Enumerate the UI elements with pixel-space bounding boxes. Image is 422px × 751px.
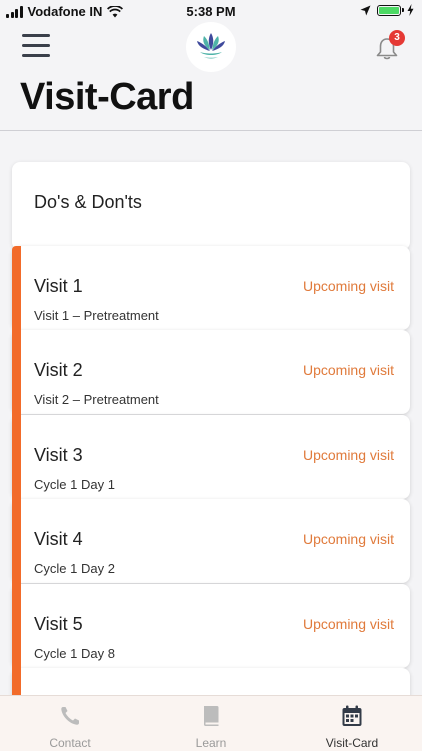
phone-icon <box>61 707 79 725</box>
visit-status: Upcoming visit <box>302 616 394 632</box>
page-title: Visit-Card <box>20 76 194 118</box>
visit-title: Visit 5 <box>34 614 83 634</box>
visit-title: Visit 1 <box>34 276 83 296</box>
visit-card-4[interactable]: Visit 4 Upcoming visit Cycle 1 Day 2 <box>12 499 410 583</box>
visit-card-1[interactable]: Visit 1 Upcoming visit Visit 1 – Pretrea… <box>12 246 410 330</box>
visit-title: Visit 3 <box>34 445 83 465</box>
tab-visit-card[interactable]: Visit-Card <box>282 696 422 751</box>
visit-subtitle: Cycle 1 Day 1 <box>34 477 115 492</box>
visit-status: Upcoming visit <box>302 278 394 294</box>
visit-subtitle: Visit 2 – Pretreatment <box>34 392 159 407</box>
dos-donts-card[interactable]: Do's & Don'ts <box>12 162 410 250</box>
status-time: 5:38 PM <box>186 4 236 19</box>
location-arrow-icon <box>360 5 371 15</box>
tab-contact[interactable]: Contact <box>0 696 140 751</box>
visit-subtitle: Cycle 1 Day 8 <box>34 646 115 661</box>
tab-learn[interactable]: Learn <box>141 696 281 751</box>
lotus-logo-icon <box>197 33 225 59</box>
visit-status: Upcoming visit <box>302 362 394 378</box>
status-bar-right <box>360 4 414 16</box>
visit-subtitle: Cycle 1 Day 2 <box>34 561 115 576</box>
hamburger-menu-icon <box>22 34 50 57</box>
menu-button[interactable] <box>22 34 50 60</box>
tab-bar: Contact Learn Visit-Card <box>0 695 422 751</box>
visit-subtitle: Visit 1 – Pretreatment <box>34 308 159 323</box>
notification-badge: 3 <box>389 30 405 46</box>
status-bar: Vodafone IN 5:38 PM <box>0 0 422 24</box>
calendar-icon <box>342 705 362 726</box>
charging-bolt-icon <box>407 4 414 16</box>
visit-title: Visit 2 <box>34 360 83 380</box>
visit-card-5[interactable]: Visit 5 Upcoming visit Cycle 1 Day 8 <box>12 584 410 668</box>
visit-title: Visit 4 <box>34 529 83 549</box>
tab-label: Contact <box>49 736 91 750</box>
battery-icon <box>377 4 404 16</box>
visit-status: Upcoming visit <box>302 531 394 547</box>
visit-card-3[interactable]: Visit 3 Upcoming visit Cycle 1 Day 1 <box>12 415 410 499</box>
visit-card-6[interactable] <box>12 668 410 695</box>
book-icon <box>204 706 219 726</box>
visit-list[interactable]: Do's & Don'ts Visit 1 Upcoming visit Vis… <box>0 131 422 695</box>
visit-status: Upcoming visit <box>302 447 394 463</box>
dos-donts-label: Do's & Don'ts <box>34 192 142 212</box>
tab-label: Learn <box>195 736 227 750</box>
app-logo <box>186 22 236 72</box>
accent-bar <box>12 246 21 695</box>
visit-card-2[interactable]: Visit 2 Upcoming visit Visit 2 – Pretrea… <box>12 330 410 414</box>
tab-label: Visit-Card <box>325 736 379 750</box>
